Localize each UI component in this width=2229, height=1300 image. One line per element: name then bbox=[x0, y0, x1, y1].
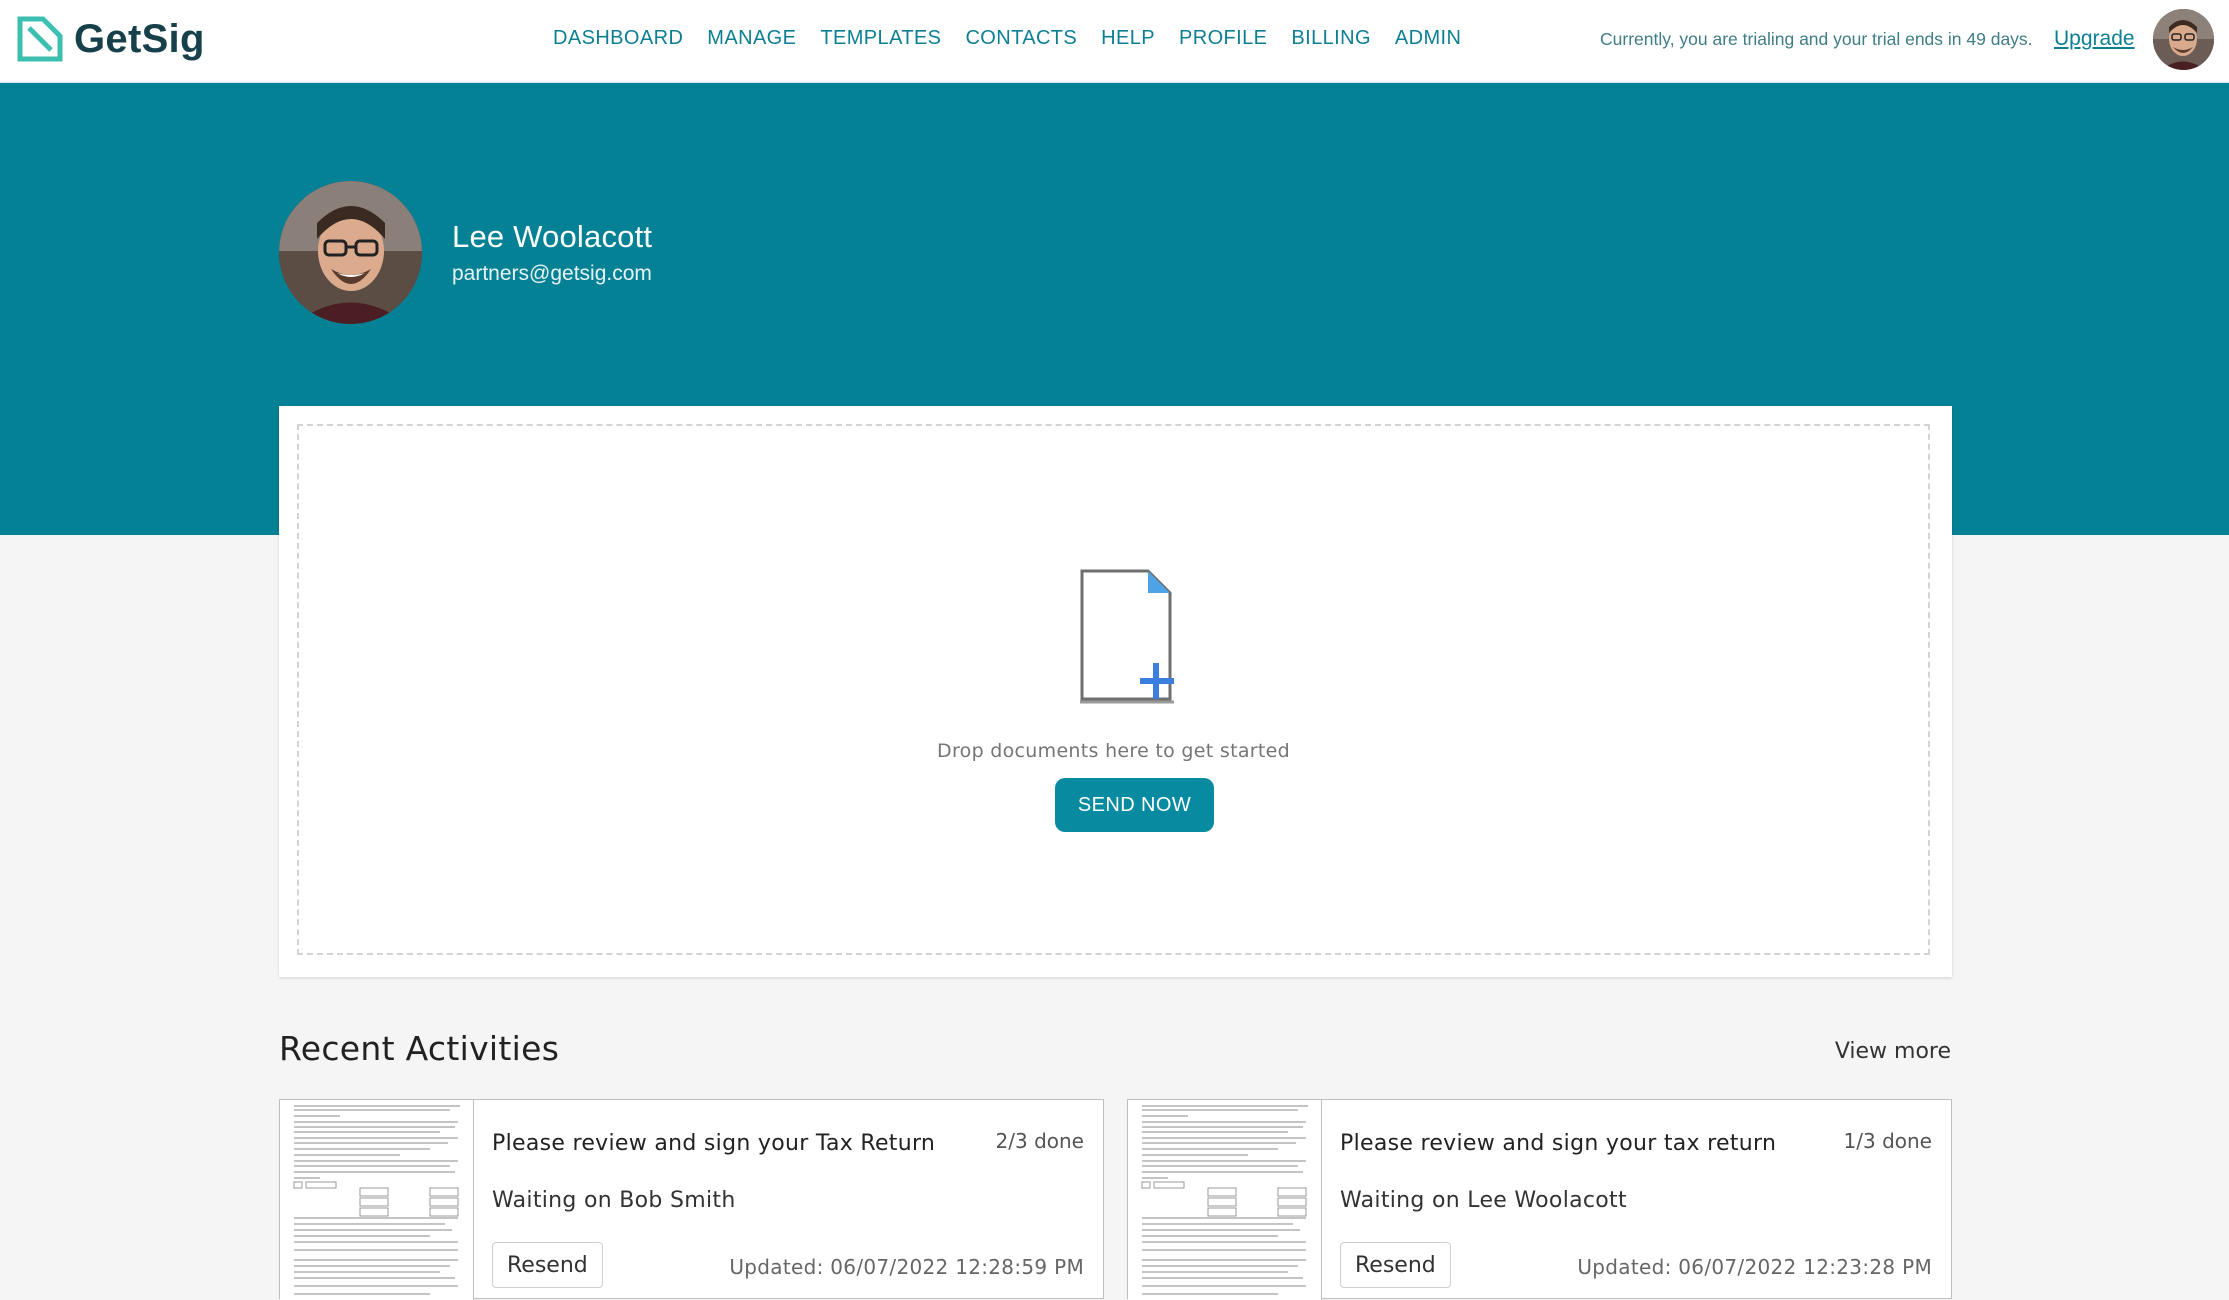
nav-avatar[interactable] bbox=[2153, 9, 2214, 70]
upload-card: Drop documents here to get started SEND … bbox=[279, 406, 1952, 977]
nav-billing[interactable]: BILLING bbox=[1291, 27, 1371, 50]
nav-templates[interactable]: TEMPLATES bbox=[820, 27, 941, 50]
trial-message: Currently, you are trialing and your tri… bbox=[1600, 29, 2033, 49]
user-avatar-icon bbox=[2153, 9, 2214, 70]
dropzone-hint: Drop documents here to get started bbox=[937, 740, 1290, 762]
activity-updated: Updated: 06/07/2022 12:23:28 PM bbox=[1577, 1255, 1932, 1279]
activity-waiting: Waiting on Lee Woolacott bbox=[1340, 1188, 1627, 1213]
document-thumbnail bbox=[280, 1100, 474, 1300]
nav-manage[interactable]: MANAGE bbox=[707, 27, 796, 50]
top-navbar: GetSig DASHBOARD MANAGE TEMPLATES CONTAC… bbox=[0, 0, 2229, 83]
nav-help[interactable]: HELP bbox=[1101, 27, 1155, 50]
nav-admin[interactable]: ADMIN bbox=[1395, 27, 1461, 50]
logo[interactable]: GetSig bbox=[17, 16, 205, 62]
document-preview-icon bbox=[1128, 1100, 1321, 1300]
getsig-logo-icon bbox=[17, 16, 63, 62]
main-nav: DASHBOARD MANAGE TEMPLATES CONTACTS HELP… bbox=[553, 27, 1485, 50]
resend-button[interactable]: Resend bbox=[1340, 1242, 1451, 1288]
activity-progress: 2/3 done bbox=[995, 1129, 1084, 1153]
activity-progress: 1/3 done bbox=[1843, 1129, 1932, 1153]
send-now-button[interactable]: SEND NOW bbox=[1055, 778, 1214, 832]
activity-updated: Updated: 06/07/2022 12:28:59 PM bbox=[729, 1255, 1084, 1279]
document-thumbnail bbox=[1128, 1100, 1322, 1300]
recent-activities-heading: Recent Activities bbox=[279, 1029, 560, 1068]
nav-dashboard[interactable]: DASHBOARD bbox=[553, 27, 683, 50]
nav-profile[interactable]: PROFILE bbox=[1179, 27, 1267, 50]
document-add-icon bbox=[1080, 569, 1174, 704]
profile-avatar bbox=[279, 181, 422, 324]
document-preview-icon bbox=[280, 1100, 473, 1300]
profile-email: partners@getsig.com bbox=[452, 262, 652, 285]
user-avatar-icon bbox=[279, 181, 422, 324]
activity-card[interactable]: Please review and sign your tax return 1… bbox=[1127, 1099, 1952, 1300]
activity-title: Please review and sign your tax return bbox=[1340, 1131, 1777, 1156]
document-dropzone[interactable]: Drop documents here to get started SEND … bbox=[297, 424, 1930, 955]
upgrade-link[interactable]: Upgrade bbox=[2054, 27, 2135, 51]
profile-name: Lee Woolacott bbox=[452, 219, 653, 254]
activity-waiting: Waiting on Bob Smith bbox=[492, 1188, 736, 1213]
brand-name: GetSig bbox=[74, 16, 205, 61]
activity-title: Please review and sign your Tax Return bbox=[492, 1131, 936, 1156]
resend-button[interactable]: Resend bbox=[492, 1242, 603, 1288]
view-more-link[interactable]: View more bbox=[1835, 1039, 1951, 1064]
nav-contacts[interactable]: CONTACTS bbox=[965, 27, 1077, 50]
activity-card[interactable]: Please review and sign your Tax Return 2… bbox=[279, 1099, 1104, 1300]
